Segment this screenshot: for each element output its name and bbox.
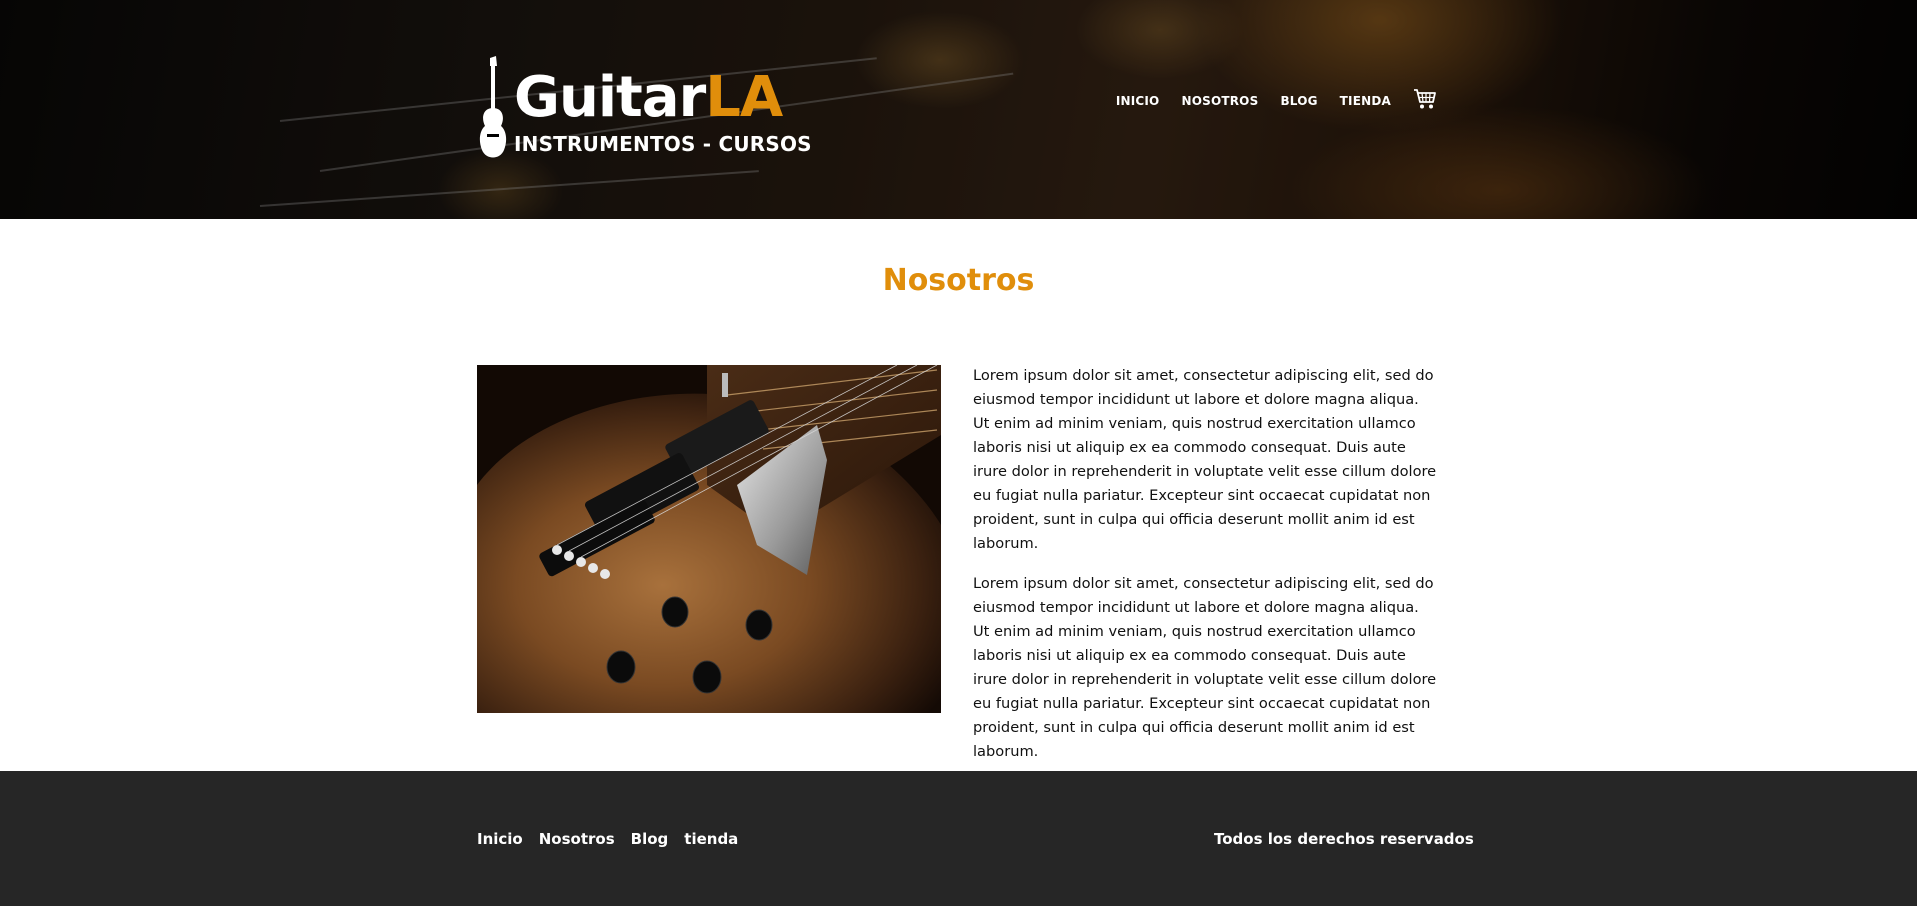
footer-link-nosotros[interactable]: Nosotros (539, 830, 615, 848)
footer-link-blog[interactable]: Blog (631, 830, 669, 848)
guitar-image (477, 365, 941, 713)
brand-name: GuitarLA (514, 70, 783, 126)
about-paragraph: Lorem ipsum dolor sit amet, consectetur … (973, 575, 1437, 760)
site-header: GuitarLA INSTRUMENTOS - CURSOS INICIO NO… (0, 0, 1917, 219)
nav-link-inicio[interactable]: INICIO (1116, 94, 1160, 108)
about-paragraph: Lorem ipsum dolor sit amet, consectetur … (973, 367, 1437, 552)
about-text: Lorem ipsum dolor sit amet, consectetur … (973, 364, 1437, 764)
guitar-icon (479, 56, 507, 158)
main-nav: INICIO NOSOTROS BLOG TIENDA (1116, 89, 1437, 110)
site-footer: Inicio Nosotros Blog tienda Todos los de… (0, 771, 1917, 906)
nav-link-nosotros[interactable]: NOSOTROS (1181, 94, 1258, 108)
nav-link-tienda[interactable]: TIENDA (1340, 94, 1391, 108)
logo-link[interactable]: GuitarLA INSTRUMENTOS - CURSOS (477, 56, 812, 162)
guitar-illustration (477, 365, 941, 713)
brand-accent: LA (705, 65, 783, 130)
header-container: GuitarLA INSTRUMENTOS - CURSOS INICIO NO… (477, 0, 1437, 219)
main-content (0, 219, 1917, 771)
footer-link-tienda[interactable]: tienda (684, 830, 738, 848)
copyright-text: Todos los derechos reservados (1214, 830, 1474, 848)
brand-main: Guitar (514, 65, 706, 130)
page-title: Nosotros (882, 263, 1035, 298)
footer-nav: Inicio Nosotros Blog tienda (477, 830, 738, 848)
brand-tagline: INSTRUMENTOS - CURSOS (514, 132, 812, 156)
footer-link-inicio[interactable]: Inicio (477, 830, 523, 848)
shopping-cart-icon[interactable] (1413, 88, 1437, 110)
nav-link-blog[interactable]: BLOG (1280, 94, 1317, 108)
